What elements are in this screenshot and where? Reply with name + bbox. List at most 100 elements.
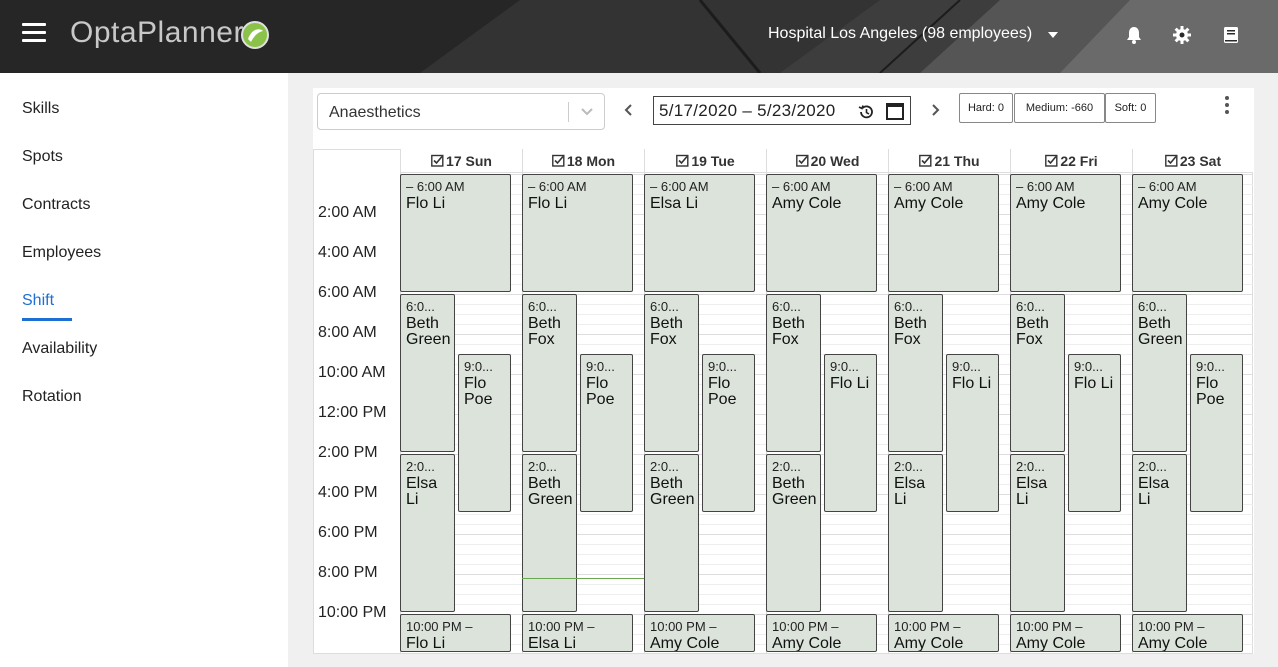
sidebar-item-spots[interactable]: Spots — [22, 148, 63, 166]
checkbox-icon[interactable] — [551, 154, 565, 167]
shift-employee: Beth Green — [1138, 315, 1183, 348]
shift-event[interactable]: 6:0... Beth Fox — [766, 294, 821, 452]
medium-score-badge: Medium: -660 — [1014, 93, 1105, 123]
shift-employee: Amy Cole — [772, 635, 842, 652]
shift-event[interactable]: 6:0... Beth Fox — [888, 294, 943, 452]
shift-event[interactable]: 10:00 PM – Amy Cole — [1132, 614, 1243, 652]
shift-employee: Amy Cole — [1138, 195, 1208, 212]
shift-time: 2:0... — [894, 459, 923, 474]
day-header[interactable]: 17 Sun — [400, 149, 522, 173]
next-week-button[interactable] — [928, 101, 942, 119]
checkbox-icon[interactable] — [1164, 154, 1178, 167]
shift-event[interactable]: – 6:00 AM Flo Li — [522, 174, 633, 292]
shift-event[interactable]: 10:00 PM – Elsa Li — [522, 614, 633, 652]
shift-event[interactable]: 2:0... Elsa Li — [1132, 454, 1187, 612]
shift-time: 2:0... — [650, 459, 679, 474]
day-header[interactable]: 22 Fri — [1010, 149, 1132, 173]
checkbox-icon[interactable] — [431, 154, 444, 167]
shift-time: 2:0... — [1138, 459, 1167, 474]
time-axis-label: 8:00 PM — [318, 564, 378, 581]
shift-time: 9:0... — [952, 359, 981, 374]
shift-event[interactable]: 2:0... Beth Green — [644, 454, 699, 612]
shift-event[interactable]: 6:0... Beth Green — [400, 294, 455, 452]
shift-employee: Amy Cole — [772, 195, 842, 212]
bell-icon[interactable] — [1124, 25, 1144, 45]
day-header[interactable]: 21 Thu — [888, 149, 1010, 173]
shift-event[interactable]: – 6:00 AM Amy Cole — [888, 174, 999, 292]
shift-event[interactable]: 9:0... Flo Poe — [1190, 354, 1243, 512]
sidebar-item-contracts[interactable]: Contracts — [22, 196, 90, 214]
shift-event[interactable]: – 6:00 AM Amy Cole — [766, 174, 877, 292]
shift-event[interactable]: 10:00 PM – Amy Cole — [888, 614, 999, 652]
shift-event[interactable]: 6:0... Beth Fox — [1010, 294, 1065, 452]
tenant-selector[interactable]: Hospital Los Angeles (98 employees) — [768, 25, 1059, 43]
date-range-picker[interactable]: 5/17/2020 – 5/23/2020 — [653, 96, 911, 125]
day-header[interactable]: 18 Mon — [522, 149, 644, 173]
shift-event[interactable]: 10:00 PM – Flo Li — [400, 614, 511, 652]
calendar-icon[interactable] — [885, 101, 905, 121]
shift-event[interactable]: 9:0... Flo Li — [1068, 354, 1121, 512]
day-header[interactable]: 23 Sat — [1132, 149, 1253, 173]
shift-time: 9:0... — [1074, 359, 1103, 374]
shift-event[interactable]: – 6:00 AM Amy Cole — [1132, 174, 1243, 292]
shift-event[interactable]: 9:0... Flo Poe — [702, 354, 755, 512]
shift-time: 6:0... — [894, 299, 923, 314]
shift-event[interactable]: 10:00 PM – Amy Cole — [1010, 614, 1121, 652]
date-range-text: 5/17/2020 – 5/23/2020 — [659, 101, 836, 120]
shift-event[interactable]: 2:0... Beth Green — [522, 454, 577, 612]
shift-time: 10:00 PM – — [650, 619, 717, 634]
time-axis-label: 2:00 AM — [318, 204, 377, 221]
shift-event[interactable]: 2:0... Elsa Li — [888, 454, 943, 612]
current-time-indicator — [522, 578, 644, 579]
shift-time: 9:0... — [464, 359, 493, 374]
shift-event[interactable]: – 6:00 AM Amy Cole — [1010, 174, 1121, 292]
shift-event[interactable]: 2:0... Elsa Li — [1010, 454, 1065, 612]
shift-employee: Beth Green — [772, 475, 817, 508]
history-icon[interactable] — [857, 103, 875, 121]
shift-event[interactable]: 2:0... Elsa Li — [400, 454, 455, 612]
shift-time: 9:0... — [586, 359, 615, 374]
shift-event[interactable]: 6:0... Beth Fox — [644, 294, 699, 452]
shift-event[interactable]: 9:0... Flo Poe — [458, 354, 511, 512]
more-options-button[interactable] — [1220, 96, 1234, 118]
caret-down-icon — [1048, 32, 1059, 38]
shift-event[interactable]: – 6:00 AM Flo Li — [400, 174, 511, 292]
shift-employee: Beth Fox — [650, 315, 683, 348]
sidebar-item-shift[interactable]: Shift — [22, 292, 54, 310]
checkbox-icon[interactable] — [919, 154, 932, 167]
book-icon[interactable] — [1221, 25, 1241, 45]
shift-event[interactable]: 10:00 PM – Amy Cole — [766, 614, 877, 652]
day-header[interactable]: 20 Wed — [766, 149, 888, 173]
hamburger-menu-button[interactable] — [22, 23, 46, 47]
day-header[interactable]: 19 Tue — [644, 149, 766, 173]
shift-time: 10:00 PM – — [1138, 619, 1205, 634]
sidebar-item-availability[interactable]: Availability — [22, 340, 97, 358]
shift-event[interactable]: 6:0... Beth Fox — [522, 294, 577, 452]
checkbox-icon[interactable] — [676, 154, 689, 167]
sidebar-item-rotation[interactable]: Rotation — [22, 388, 82, 406]
shift-event[interactable]: 9:0... Flo Li — [946, 354, 999, 512]
shift-employee: Flo Li — [1074, 375, 1114, 392]
spot-select[interactable]: Anaesthetics — [317, 93, 605, 130]
previous-week-button[interactable] — [622, 101, 636, 119]
shift-event[interactable]: 9:0... Flo Poe — [580, 354, 633, 512]
time-axis-label: 10:00 AM — [318, 364, 386, 381]
shift-event[interactable]: 10:00 PM – Amy Cole — [644, 614, 755, 652]
time-axis-label: 4:00 PM — [318, 484, 378, 501]
chevron-down-icon — [581, 108, 593, 116]
shift-event[interactable]: 2:0... Beth Green — [766, 454, 821, 612]
sidebar-item-employees[interactable]: Employees — [22, 244, 101, 262]
shift-event[interactable]: 6:0... Beth Green — [1132, 294, 1187, 452]
checkbox-icon[interactable] — [795, 154, 809, 167]
gear-icon[interactable] — [1172, 25, 1192, 45]
day-header-label: 18 Mon — [566, 152, 616, 169]
checkbox-icon[interactable] — [1045, 154, 1058, 167]
shift-event[interactable]: 9:0... Flo Li — [824, 354, 877, 512]
shift-event[interactable]: – 6:00 AM Elsa Li — [644, 174, 755, 292]
shift-time: 6:0... — [772, 299, 801, 314]
shift-employee: Flo Li — [952, 375, 992, 392]
sidebar-item-skills[interactable]: Skills — [22, 100, 59, 118]
time-axis-label: 6:00 AM — [318, 284, 377, 301]
shift-time: 2:0... — [772, 459, 801, 474]
shift-time: 9:0... — [1196, 359, 1225, 374]
